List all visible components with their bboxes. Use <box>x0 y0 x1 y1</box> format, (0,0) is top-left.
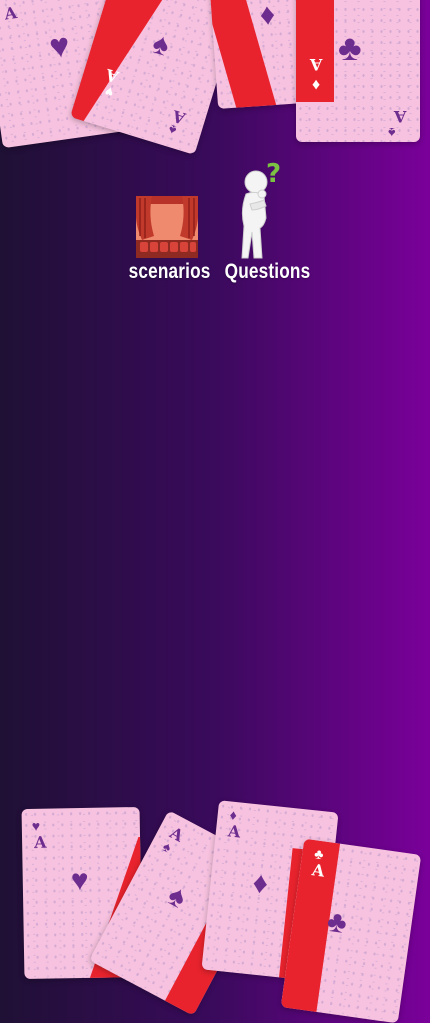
club-icon: ♣ <box>338 27 362 68</box>
card-rank: A <box>33 832 47 852</box>
club-icon: ♣ <box>324 904 349 941</box>
svg-text:?: ? <box>266 160 281 189</box>
diamond-icon: ♦ <box>258 0 277 32</box>
club-icon: ♣ <box>313 845 325 863</box>
diamond-icon: ♦ <box>228 806 238 824</box>
questions-button[interactable]: ? Questions <box>216 159 312 290</box>
card-rank: A <box>227 821 242 842</box>
heart-icon: ♥ <box>70 863 89 898</box>
theater-stage-icon <box>136 196 198 258</box>
card-rank: A <box>3 3 19 24</box>
spade-icon: ♠ <box>388 125 396 141</box>
scenarios-button[interactable]: scenarios <box>120 160 216 290</box>
scenarios-label: scenarios <box>128 260 211 283</box>
playing-card-ace-clubs: A ♦ ♣ A ♠ <box>296 0 420 142</box>
playing-card-ace-clubs: ♣ A ♣ <box>280 838 422 1023</box>
card-rank: A <box>394 107 407 126</box>
main-menu: scenarios ? Questions <box>120 159 320 300</box>
questions-label: Questions <box>224 260 311 283</box>
card-rank: A <box>310 55 323 74</box>
diamond-icon: ♦ <box>312 76 321 93</box>
heart-icon: ♥ <box>31 817 41 834</box>
diamond-icon: ♦ <box>251 866 270 901</box>
thinking-person-icon: ? <box>238 159 288 260</box>
card-rank: A <box>310 860 326 881</box>
